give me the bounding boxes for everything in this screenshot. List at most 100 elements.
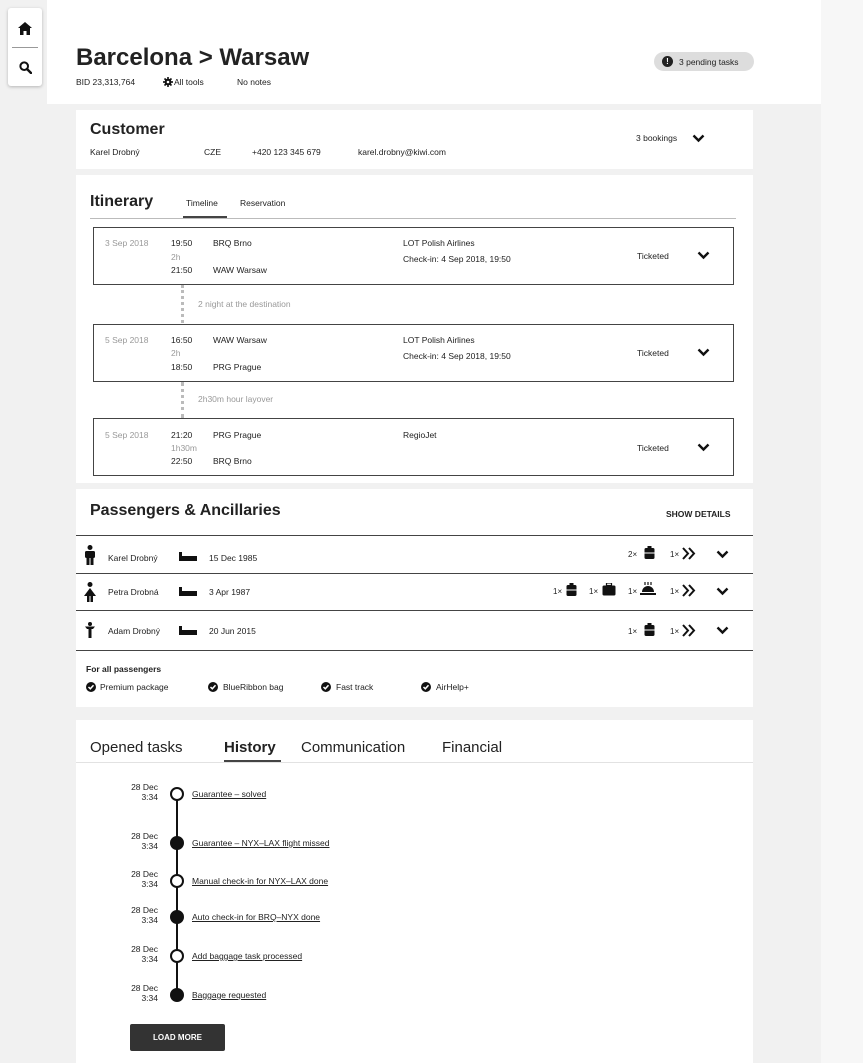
gap-label: 2h30m hour layover: [198, 394, 274, 404]
cabin-bag-icon: [644, 546, 655, 559]
history-time: 3:34: [141, 792, 158, 802]
timeline-line: [176, 795, 178, 997]
check-circle-icon: [321, 682, 331, 692]
timeline-node-filled: [170, 910, 184, 924]
itinerary-heading: Itinerary: [90, 193, 154, 210]
passenger-name: Adam Drobný: [108, 626, 160, 636]
tab-reservation[interactable]: Reservation: [240, 198, 285, 208]
priority-count: 1×: [670, 550, 680, 559]
history-item-link[interactable]: Baggage requested: [192, 990, 266, 1000]
segment-arr-place: BRQ Brno: [213, 456, 252, 466]
customer-phone: +420 123 345 679: [252, 147, 321, 157]
expand-passenger-chevron-icon[interactable]: [716, 626, 729, 635]
passenger-dob: 15 Dec 1985: [209, 553, 258, 563]
expand-segment-chevron-icon[interactable]: [697, 251, 710, 260]
passenger-dob: 20 Jun 2015: [209, 626, 256, 636]
tab-timeline[interactable]: Timeline: [186, 198, 218, 208]
cabin-bag-count: 2×: [628, 550, 638, 559]
customer-email: karel.drobny@kiwi.com: [358, 147, 446, 157]
check-circle-icon: [421, 682, 431, 692]
birthdate-icon: [179, 552, 197, 561]
segment-duration: 2h: [171, 348, 181, 358]
checked-bag-count: 1×: [589, 587, 599, 596]
expand-segment-chevron-icon[interactable]: [697, 348, 710, 357]
meal-count: 1×: [628, 587, 638, 596]
search-icon: [18, 60, 32, 74]
expand-passenger-chevron-icon[interactable]: [716, 587, 729, 596]
bookings-count: 3 bookings: [636, 133, 678, 143]
segment-checkin: Check-in: 4 Sep 2018, 19:50: [403, 351, 511, 361]
segment-dep-place: WAW Warsaw: [213, 335, 267, 345]
priority-icon: [682, 624, 696, 637]
tab-history[interactable]: History: [224, 739, 276, 756]
passengers-heading: Passengers & Ancillaries: [90, 502, 281, 519]
load-more-button[interactable]: LOAD MORE: [130, 1024, 225, 1051]
history-date: 28 Dec 3:34: [118, 869, 158, 889]
history-day: 28 Dec: [131, 869, 158, 879]
history-date: 28 Dec 3:34: [118, 905, 158, 925]
segment-duration: 2h: [171, 252, 181, 262]
pending-tasks-badge[interactable]: ! 3 pending tasks: [654, 52, 754, 71]
history-date: 28 Dec 3:34: [118, 983, 158, 1003]
history-item-link[interactable]: Guarantee – NYX–LAX flight missed: [192, 838, 330, 848]
history-time: 3:34: [141, 993, 158, 1003]
timeline-node-filled: [170, 836, 184, 850]
segment-date: 5 Sep 2018: [105, 430, 149, 440]
expand-segment-chevron-icon[interactable]: [697, 443, 710, 452]
priority-icon: [682, 584, 696, 597]
divider: [76, 573, 753, 574]
customer-heading: Customer: [90, 121, 165, 138]
birthdate-icon: [179, 587, 197, 596]
priority-icon: [682, 547, 696, 560]
home-button[interactable]: [8, 10, 42, 46]
history-item-link[interactable]: Add baggage task processed: [192, 951, 302, 961]
history-day: 28 Dec: [131, 905, 158, 915]
expand-passenger-chevron-icon[interactable]: [716, 550, 729, 559]
search-button[interactable]: [8, 49, 42, 85]
history-item-link[interactable]: Auto check-in for BRQ–NYX done: [192, 912, 320, 922]
history-time: 3:34: [141, 841, 158, 851]
itinerary-tabs-divider: [90, 218, 736, 219]
cabin-bag-count: 1×: [628, 627, 638, 636]
segment-duration: 1h30m: [171, 443, 197, 453]
booking-id: BID 23,313,764: [76, 77, 136, 87]
passenger-name: Karel Drobný: [108, 553, 158, 563]
customer-name: Karel Drobný: [90, 147, 140, 157]
ancillary-blueribbon-bag: BlueRibbon bag: [208, 682, 284, 692]
tab-financial[interactable]: Financial: [442, 739, 502, 756]
expand-bookings-chevron-icon[interactable]: [692, 134, 705, 143]
history-date: 28 Dec 3:34: [118, 831, 158, 851]
cabin-bag-icon: [566, 583, 577, 596]
all-passengers-label: For all passengers: [86, 664, 162, 674]
segment-date: 5 Sep 2018: [105, 335, 149, 345]
segment-status: Ticketed: [637, 348, 669, 358]
home-icon: [18, 21, 32, 35]
history-day: 28 Dec: [131, 782, 158, 792]
history-time: 3:34: [141, 879, 158, 889]
history-item-link[interactable]: Manual check-in for NYX–LAX done: [192, 876, 328, 886]
tab-opened-tasks[interactable]: Opened tasks: [90, 739, 183, 756]
gap-label: 2 night at the destination: [198, 299, 291, 309]
segment-dep-time: 19:50: [171, 238, 193, 248]
divider: [76, 650, 753, 651]
notes-link[interactable]: No notes: [237, 77, 271, 87]
ancillary-fast-track: Fast track: [321, 682, 373, 692]
priority-count: 1×: [670, 627, 680, 636]
history-date: 28 Dec 3:34: [118, 782, 158, 802]
cabin-bag-count: 1×: [553, 587, 563, 596]
ancillary-label: Fast track: [336, 682, 374, 692]
passengers-card: [76, 489, 753, 707]
tabs-divider: [76, 762, 753, 763]
all-tools-label: All tools: [174, 77, 204, 87]
history-day: 28 Dec: [131, 831, 158, 841]
cabin-bag-icon: [644, 623, 655, 636]
history-item-link[interactable]: Guarantee – solved: [192, 789, 266, 799]
segment-carrier: LOT Polish Airlines: [403, 238, 475, 248]
ancillary-premium-package: Premium package: [86, 682, 169, 692]
segment-arr-place: WAW Warsaw: [213, 265, 267, 275]
show-details-button[interactable]: SHOW DETAILS: [666, 509, 731, 519]
all-tools-link[interactable]: All tools: [163, 77, 204, 87]
gear-icon: [163, 77, 173, 87]
tab-communication[interactable]: Communication: [301, 739, 405, 756]
segment-arr-time: 21:50: [171, 265, 193, 275]
